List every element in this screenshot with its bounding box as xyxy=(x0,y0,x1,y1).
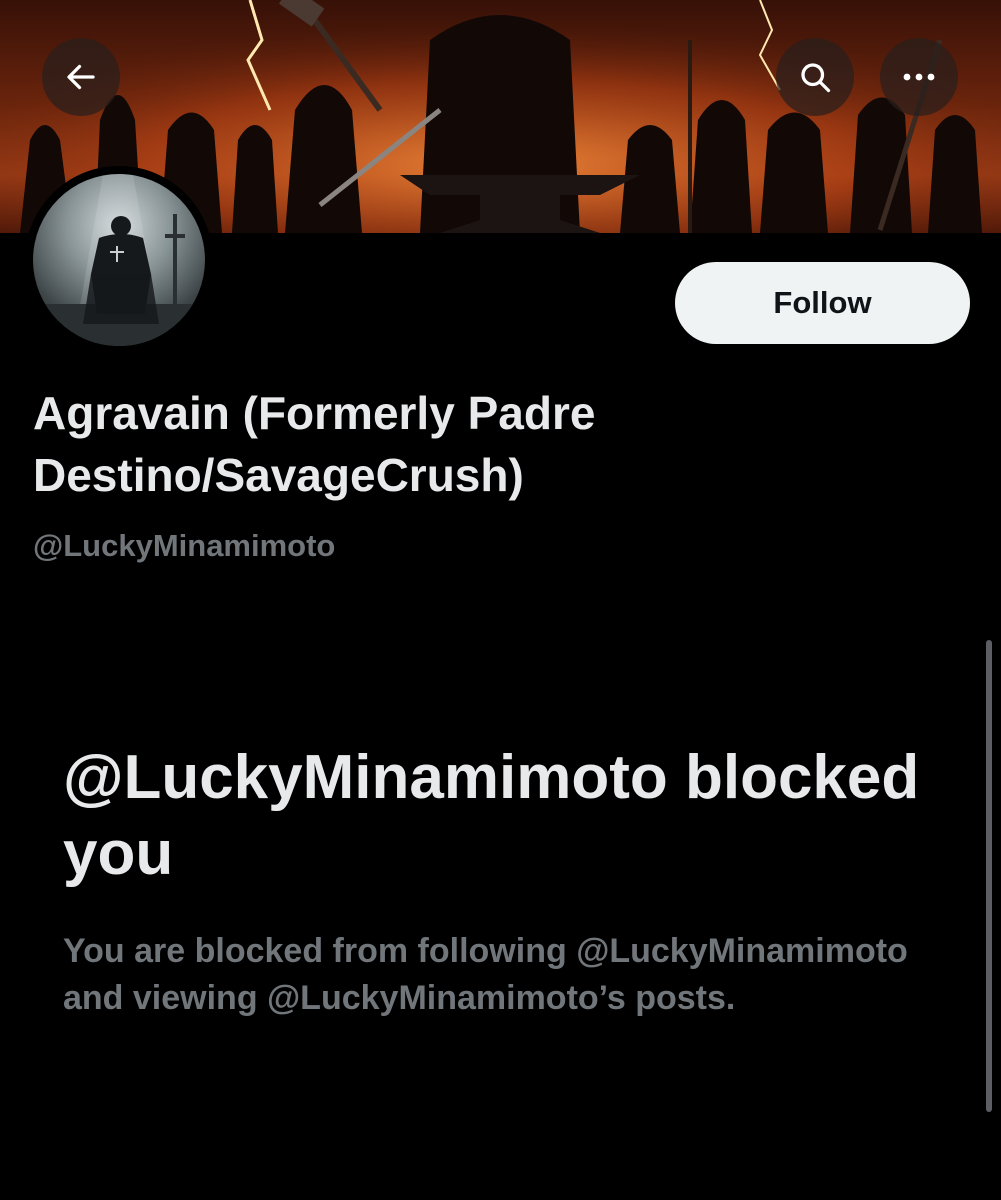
scrollbar[interactable] xyxy=(986,640,992,1112)
search-button[interactable] xyxy=(776,38,854,116)
avatar-image xyxy=(33,174,205,346)
back-button[interactable] xyxy=(42,38,120,116)
profile-handle: @LuckyMinamimoto xyxy=(33,528,336,563)
search-icon xyxy=(801,63,831,93)
follow-button[interactable]: Follow xyxy=(675,262,970,344)
more-options-button[interactable] xyxy=(880,38,958,116)
avatar[interactable] xyxy=(33,174,205,346)
blocked-title: @LuckyMinamimoto blocked you xyxy=(63,743,920,888)
arrow-left-icon xyxy=(67,64,95,90)
blocked-description: You are blocked from following @LuckyMin… xyxy=(63,932,908,1017)
more-horizontal-icon xyxy=(903,73,935,81)
display-name: Agravain (Formerly Padre Destino/SavageC… xyxy=(33,387,596,501)
